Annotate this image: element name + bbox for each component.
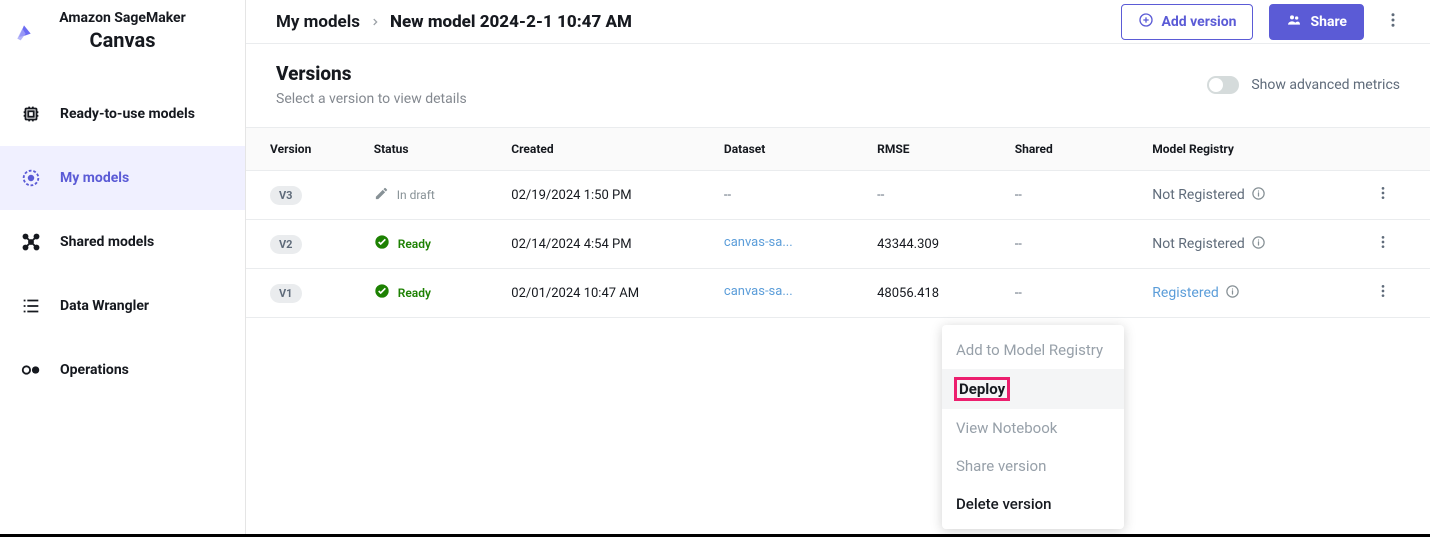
section-subtitle: Select a version to view details (276, 91, 467, 107)
sidebar-item-label: Data Wrangler (60, 298, 149, 314)
menu-item-share-version[interactable]: Share version (942, 447, 1124, 485)
pencil-icon (374, 186, 389, 205)
plus-circle-icon (1138, 12, 1154, 32)
brand-bottom-label: Canvas (0, 28, 245, 52)
col-version: Version (246, 128, 364, 171)
registry-label: Not Registered (1152, 236, 1245, 252)
advanced-metrics-toggle[interactable] (1207, 76, 1239, 94)
registry-link[interactable]: Registered (1152, 285, 1218, 301)
info-icon[interactable] (1251, 235, 1266, 254)
col-registry: Model Registry (1142, 128, 1361, 171)
advanced-metrics-label: Show advanced metrics (1251, 77, 1400, 93)
top-actions: Add version Share (1121, 4, 1407, 40)
share-label: Share (1310, 14, 1347, 30)
menu-item-add-to-model-registry[interactable]: Add to Model Registry (942, 331, 1124, 369)
status-text: Ready (398, 237, 431, 251)
share-nodes-icon (20, 231, 42, 253)
section-title: Versions (276, 62, 467, 85)
registry-label: Not Registered (1152, 187, 1245, 203)
status-text: Ready (398, 286, 431, 300)
nav: Ready-to-use models My models Shared mod… (0, 82, 245, 402)
add-version-button[interactable]: Add version (1121, 4, 1254, 40)
table-row[interactable]: V3In draft02/19/2024 1:50 PM------Not Re… (246, 171, 1430, 220)
breadcrumb: My models New model 2024-2-1 10:47 AM (276, 12, 632, 32)
dataset-link[interactable]: canvas-sa... (724, 235, 793, 250)
sidebar-item-data-wrangler[interactable]: Data Wrangler (0, 274, 245, 338)
sidebar-item-shared-models[interactable]: Shared models (0, 210, 245, 274)
check-circle-icon (374, 234, 390, 254)
col-shared: Shared (1005, 128, 1143, 171)
shared-cell: -- (1005, 269, 1143, 318)
rmse-cell: 43344.309 (867, 220, 1005, 269)
main: My models New model 2024-2-1 10:47 AM Ad… (246, 0, 1430, 534)
shared-cell: -- (1005, 171, 1143, 220)
breadcrumb-current: New model 2024-2-1 10:47 AM (390, 12, 632, 32)
version-pill: V1 (270, 284, 302, 303)
row-actions-menu: Add to Model RegistryDeployView Notebook… (942, 325, 1124, 529)
sidebar-item-label: Operations (60, 362, 129, 378)
section-head: Versions Select a version to view detail… (246, 44, 1430, 117)
people-icon (1286, 12, 1302, 32)
created-cell: 02/14/2024 4:54 PM (501, 220, 714, 269)
col-status: Status (364, 128, 502, 171)
rmse-cell: 48056.418 (867, 269, 1005, 318)
row-more-button[interactable] (1371, 186, 1395, 209)
sidebar-item-my-models[interactable]: My models (0, 146, 245, 210)
rmse-cell: -- (867, 171, 1005, 220)
menu-item-deploy[interactable]: Deploy (942, 369, 1124, 409)
col-dataset: Dataset (714, 128, 867, 171)
share-button[interactable]: Share (1269, 4, 1364, 40)
sidebar-item-operations[interactable]: Operations (0, 338, 245, 402)
version-pill: V2 (270, 235, 302, 254)
breadcrumb-root[interactable]: My models (276, 12, 360, 32)
topbar: My models New model 2024-2-1 10:47 AM Ad… (246, 0, 1430, 44)
created-cell: 02/01/2024 10:47 AM (501, 269, 714, 318)
dataset-cell: -- (724, 188, 731, 203)
shared-cell: -- (1005, 220, 1143, 269)
menu-item-view-notebook[interactable]: View Notebook (942, 409, 1124, 447)
created-cell: 02/19/2024 1:50 PM (501, 171, 714, 220)
sidebar-item-ready-to-use[interactable]: Ready-to-use models (0, 82, 245, 146)
version-pill: V3 (270, 186, 302, 205)
sidebar-item-label: My models (60, 170, 129, 186)
menu-item-delete-version[interactable]: Delete version (942, 485, 1124, 523)
page-more-button[interactable] (1380, 7, 1406, 37)
versions-table: Version Status Created Dataset RMSE Shar… (246, 127, 1430, 318)
add-version-label: Add version (1162, 14, 1237, 30)
row-more-button[interactable] (1371, 284, 1395, 307)
brand: Amazon SageMaker Canvas (0, 0, 245, 60)
list-icon (20, 295, 42, 317)
col-created: Created (501, 128, 714, 171)
col-rmse: RMSE (867, 128, 1005, 171)
sidebar: Amazon SageMaker Canvas Ready-to-use mod… (0, 0, 246, 534)
advanced-metrics-toggle-wrap: Show advanced metrics (1207, 76, 1400, 94)
cpu-icon (20, 103, 42, 125)
info-icon[interactable] (1225, 284, 1240, 303)
dataset-link[interactable]: canvas-sa... (724, 284, 793, 299)
sidebar-item-label: Ready-to-use models (60, 106, 195, 122)
sidebar-item-label: Shared models (60, 234, 154, 250)
table-row[interactable]: V1 Ready 02/01/2024 10:47 AM canvas-sa... 48… (246, 269, 1430, 318)
status-text: In draft (397, 188, 435, 202)
table-row[interactable]: V2 Ready 02/14/2024 4:54 PM canvas-sa... 433… (246, 220, 1430, 269)
row-more-button[interactable] (1371, 235, 1395, 258)
canvas-logo-icon (14, 22, 34, 46)
chevron-right-icon (370, 12, 380, 32)
check-circle-icon (374, 283, 390, 303)
target-icon (20, 167, 42, 189)
brand-top-label: Amazon SageMaker (0, 10, 245, 26)
operations-icon (20, 359, 42, 381)
info-icon[interactable] (1251, 186, 1266, 205)
